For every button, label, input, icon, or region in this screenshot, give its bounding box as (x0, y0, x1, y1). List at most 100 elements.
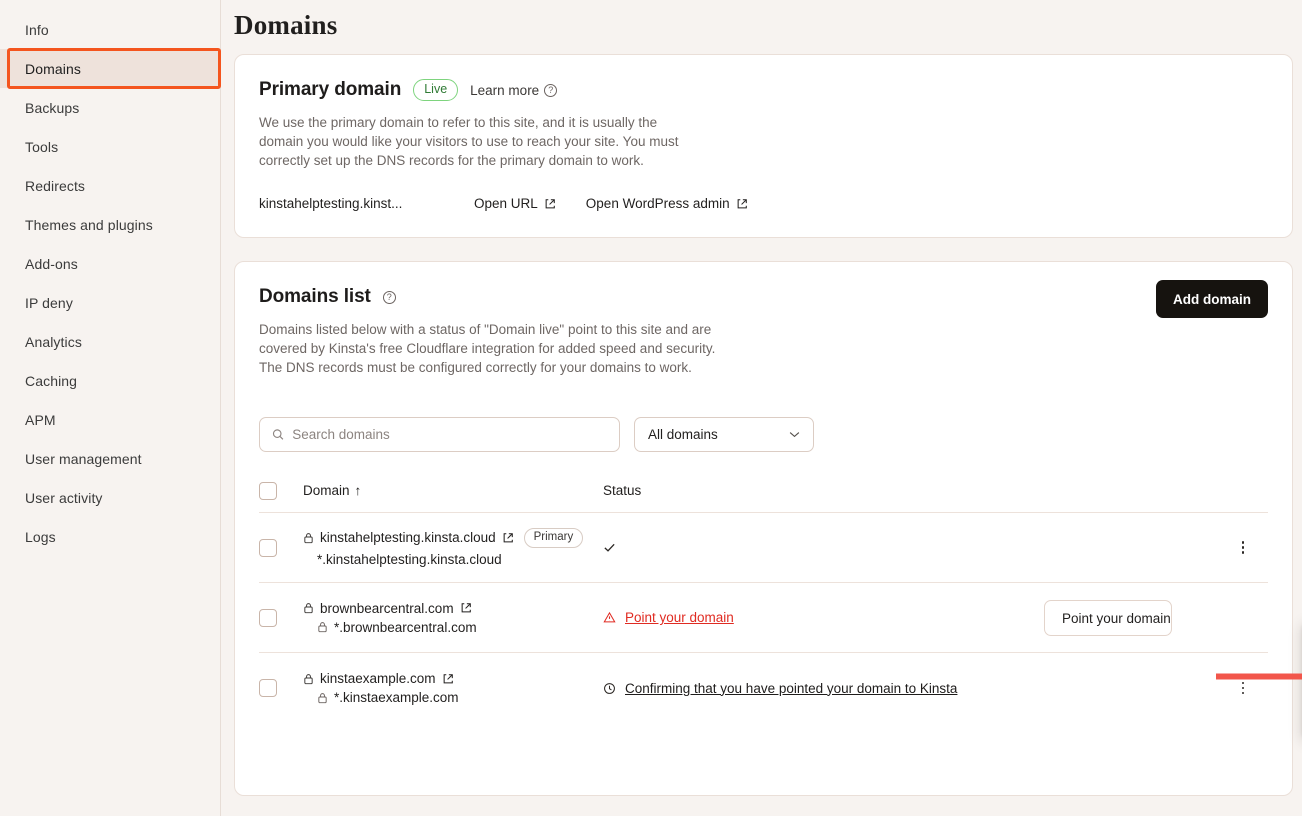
domain-wildcard-row: *.brownbearcentral.com (317, 620, 603, 635)
domain-filter-select[interactable]: All domains (634, 417, 814, 452)
row-checkbox[interactable] (259, 608, 277, 627)
search-icon (272, 429, 284, 440)
external-link-icon (545, 198, 555, 208)
search-domains-box[interactable] (259, 417, 620, 452)
status-text[interactable]: Point your domain (625, 610, 734, 625)
kebab-dot (1241, 541, 1245, 544)
warning-triangle-icon (603, 611, 616, 623)
sidebar-item-label: Redirects (25, 177, 86, 194)
open-wordpress-admin-label: Open WordPress admin (585, 196, 730, 211)
learn-more-link[interactable]: Learn more ? (470, 82, 558, 98)
open-url-label: Open URL (474, 196, 538, 211)
sidebar-item-info[interactable]: Info (0, 10, 220, 49)
domain-wildcard-row: *.kinstaexample.com (317, 690, 603, 705)
domain-name-row: brownbearcentral.com (303, 601, 603, 616)
sidebar-item-ip-deny[interactable]: IP deny (0, 283, 220, 322)
sort-ascending-icon: ↑ (354, 483, 362, 498)
lock-icon (304, 603, 313, 614)
row-select-cell (259, 608, 303, 627)
lock-icon (304, 533, 313, 544)
row-status-cell (603, 541, 1218, 554)
primary-domain-card: Primary domain Live Learn more ? We use … (234, 54, 1293, 238)
sidebar-item-add-ons[interactable]: Add-ons (0, 244, 220, 283)
sidebar-item-label: Tools (25, 138, 59, 155)
domains-list-description: Domains listed below with a status of "D… (259, 322, 716, 375)
help-circle-icon: ? (544, 83, 558, 97)
external-link-icon (737, 198, 747, 208)
row-select-cell (259, 679, 303, 697)
domain-name[interactable]: kinstaexample.com (320, 671, 436, 686)
column-header-domain[interactable]: Domain ↑ (303, 483, 603, 498)
domain-name[interactable]: brownbearcentral.com (320, 601, 454, 616)
row-menu-button[interactable] (1232, 537, 1254, 559)
row-select-cell (259, 538, 303, 557)
domains-list-title: Domains list (259, 286, 371, 307)
primary-domain-row: kinstahelptesting.kinst... Open URL Open… (259, 196, 1268, 211)
domain-wildcard: *.kinstahelptesting.kinsta.cloud (317, 552, 502, 568)
sidebar-item-user-activity[interactable]: User activity (0, 478, 220, 517)
sidebar-item-label: Info (25, 21, 49, 38)
status-pending: Confirming that you have pointed your do… (603, 681, 1218, 696)
primary-domain-name: kinstahelptesting.kinst... (259, 196, 403, 211)
external-link-icon[interactable] (502, 532, 514, 544)
status-text[interactable]: Confirming that you have pointed your do… (625, 681, 957, 696)
row-checkbox[interactable] (259, 679, 277, 697)
external-link-icon[interactable] (442, 673, 454, 685)
domain-name[interactable]: kinstahelptesting.kinsta.cloud (320, 530, 496, 545)
row-actions-cell (1218, 677, 1268, 699)
sidebar-item-label: Add-ons (25, 255, 78, 272)
sidebar-item-redirects[interactable]: Redirects (0, 166, 220, 205)
lock-icon (304, 673, 313, 684)
domain-wildcard-row: *.kinstahelptesting.kinsta.cloud (317, 552, 603, 567)
chevron-down-icon (789, 432, 800, 438)
sidebar-item-label: Domains (25, 60, 81, 77)
select-all-checkbox[interactable] (259, 481, 277, 500)
lock-icon (318, 692, 327, 703)
row-actions-cell (1218, 537, 1268, 559)
domains-table: Domain ↑ Status kinstahelptesting.kinsta… (259, 481, 1268, 723)
kebab-dot (1241, 691, 1245, 695)
sidebar-item-label: Analytics (25, 333, 82, 350)
point-your-domain-button[interactable]: Point your domain (1044, 600, 1172, 636)
kebab-dot (1241, 551, 1245, 554)
sidebar-item-themes-and-plugins[interactable]: Themes and plugins (0, 205, 220, 244)
domains-list-card: Domains list ? Domains listed below with… (234, 261, 1293, 796)
table-row: kinstaexample.com *.kinstaexample.com Co… (259, 653, 1268, 723)
domains-list-title-row: Domains list ? (259, 286, 729, 308)
select-all-cell (259, 481, 303, 500)
sidebar-nav: Info Domains Backups Tools Redirects The… (0, 0, 221, 816)
row-domain-cell: kinstahelptesting.kinsta.cloud Primary *… (303, 527, 603, 567)
learn-more-label: Learn more (470, 82, 540, 98)
sidebar-item-caching[interactable]: Caching (0, 361, 220, 400)
kebab-dot (1241, 681, 1245, 685)
external-link-icon[interactable] (460, 602, 472, 614)
row-domain-cell: brownbearcentral.com *.brownbearcentral.… (303, 601, 603, 635)
row-checkbox[interactable] (259, 538, 277, 557)
page-title: Domains (234, 10, 338, 40)
open-url-link[interactable]: Open URL (474, 196, 556, 211)
status-badge-live: Live (413, 79, 459, 101)
sidebar-item-backups[interactable]: Backups (0, 88, 220, 127)
sidebar-item-apm[interactable]: APM (0, 400, 220, 439)
open-wordpress-admin-link[interactable]: Open WordPress admin (586, 196, 748, 211)
add-domain-button[interactable]: Add domain (1156, 280, 1268, 318)
column-header-status: Status (603, 483, 1218, 498)
sidebar-item-analytics[interactable]: Analytics (0, 322, 220, 361)
table-row: kinstahelptesting.kinsta.cloud Primary *… (259, 513, 1268, 583)
domain-wildcard: *.brownbearcentral.com (334, 619, 477, 635)
row-menu-button[interactable] (1232, 677, 1254, 699)
sidebar-item-domains[interactable]: Domains (0, 49, 220, 88)
sidebar-item-label: Caching (25, 372, 78, 389)
badge-primary: Primary (523, 527, 584, 549)
clock-icon (604, 682, 615, 694)
status-live (603, 541, 1218, 554)
help-circle-icon[interactable]: ? (382, 290, 396, 304)
sidebar-item-label: IP deny (25, 294, 73, 311)
sidebar-item-logs[interactable]: Logs (0, 517, 220, 556)
sidebar-item-tools[interactable]: Tools (0, 127, 220, 166)
sidebar-item-label: Logs (25, 528, 56, 545)
lock-icon (318, 622, 327, 633)
domains-list-header: Domains list ? Domains listed below with… (259, 280, 1268, 377)
search-input[interactable] (292, 427, 607, 442)
sidebar-item-user-management[interactable]: User management (0, 439, 220, 478)
